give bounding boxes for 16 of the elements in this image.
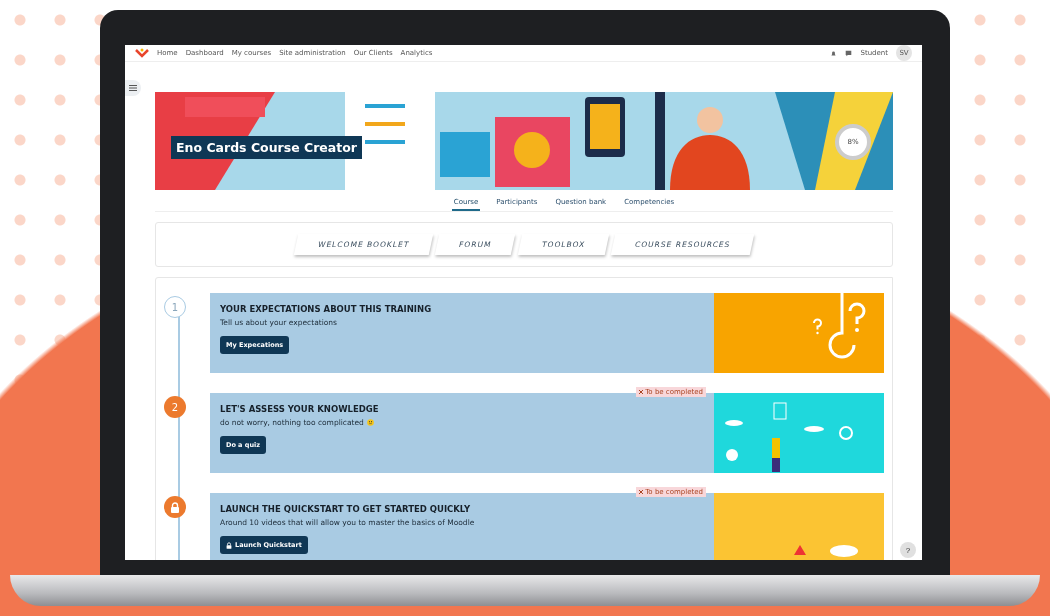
- lock-icon: [226, 541, 232, 549]
- menu-icon: [129, 85, 137, 91]
- step-marker: 2: [164, 396, 186, 418]
- close-icon: [639, 390, 644, 394]
- section-title: LAUNCH THE QUICKSTART TO GET STARTED QUICKLY: [220, 504, 472, 514]
- course-title: Eno Cards Course Creator: [171, 136, 362, 159]
- logo-icon: [135, 48, 149, 58]
- chat-icon[interactable]: [845, 49, 853, 57]
- bell-icon[interactable]: [830, 49, 838, 57]
- close-icon: [639, 490, 644, 494]
- section-title: YOUR EXPECTATIONS ABOUT THIS TRAINING: [220, 304, 433, 314]
- step-marker: 1: [164, 296, 186, 318]
- menu-button[interactable]: [125, 80, 141, 96]
- section-title: LET'S ASSESS YOUR KNOWLEDGE: [220, 404, 380, 414]
- help-button[interactable]: ?: [900, 542, 916, 558]
- lock-icon: [170, 501, 180, 513]
